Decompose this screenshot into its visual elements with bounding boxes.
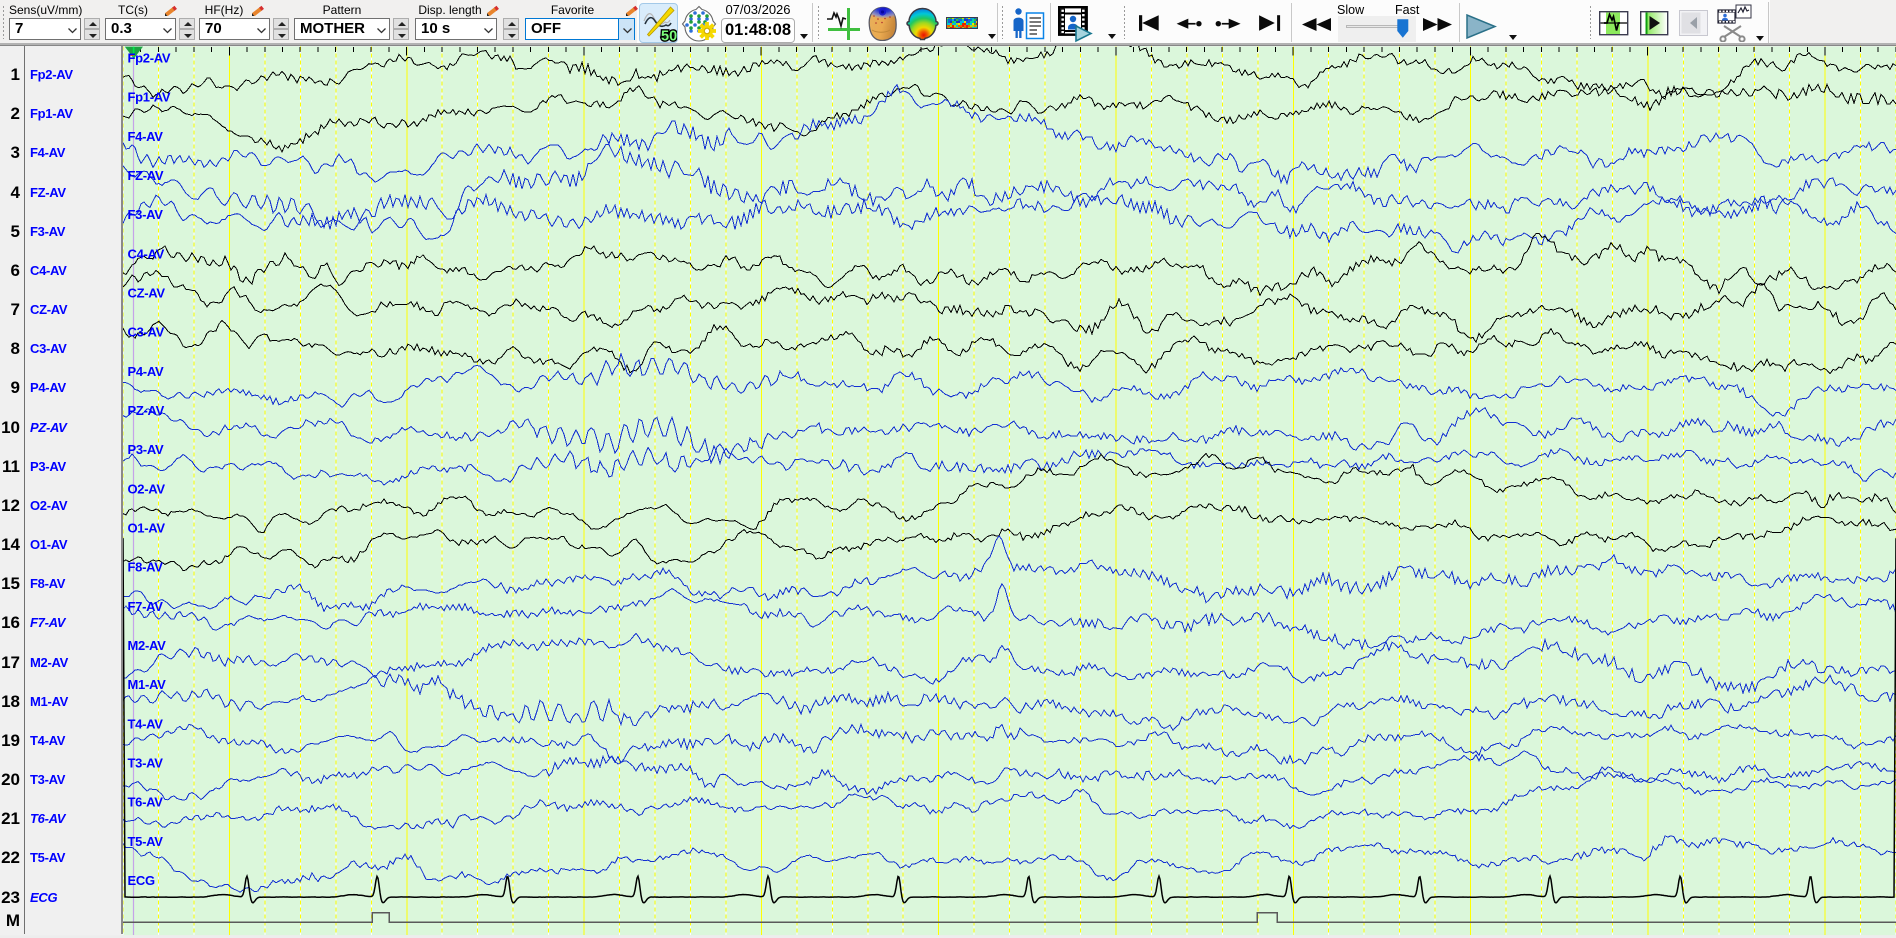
svg-text:T6-AV: T6-AV	[128, 795, 164, 810]
svg-text:O2-AV: O2-AV	[128, 481, 166, 496]
svg-text:P3-AV: P3-AV	[128, 442, 164, 457]
svg-text:F7-AV: F7-AV	[128, 599, 164, 614]
svg-text:T5-AV: T5-AV	[128, 834, 164, 849]
svg-text:Fp1-AV: Fp1-AV	[128, 90, 171, 105]
svg-text:CZ-AV: CZ-AV	[128, 286, 166, 301]
svg-text:F4-AV: F4-AV	[128, 129, 164, 144]
svg-text:C4-AV: C4-AV	[128, 246, 165, 261]
svg-text:O1-AV: O1-AV	[128, 521, 166, 536]
svg-text:F3-AV: F3-AV	[128, 207, 164, 222]
svg-text:Fp2-AV: Fp2-AV	[128, 51, 171, 66]
svg-text:FZ-AV: FZ-AV	[128, 168, 164, 183]
svg-text:PZ-AV: PZ-AV	[128, 403, 165, 418]
svg-text:T4-AV: T4-AV	[128, 716, 164, 731]
svg-text:C3-AV: C3-AV	[128, 325, 165, 340]
svg-text:T3-AV: T3-AV	[128, 756, 164, 771]
svg-text:M2-AV: M2-AV	[128, 638, 167, 653]
svg-text:ECG: ECG	[128, 873, 155, 888]
svg-text:P4-AV: P4-AV	[128, 364, 164, 379]
svg-text:M1-AV: M1-AV	[128, 677, 167, 692]
svg-text:F8-AV: F8-AV	[128, 560, 164, 575]
svg-text:50: 50	[661, 29, 677, 43]
